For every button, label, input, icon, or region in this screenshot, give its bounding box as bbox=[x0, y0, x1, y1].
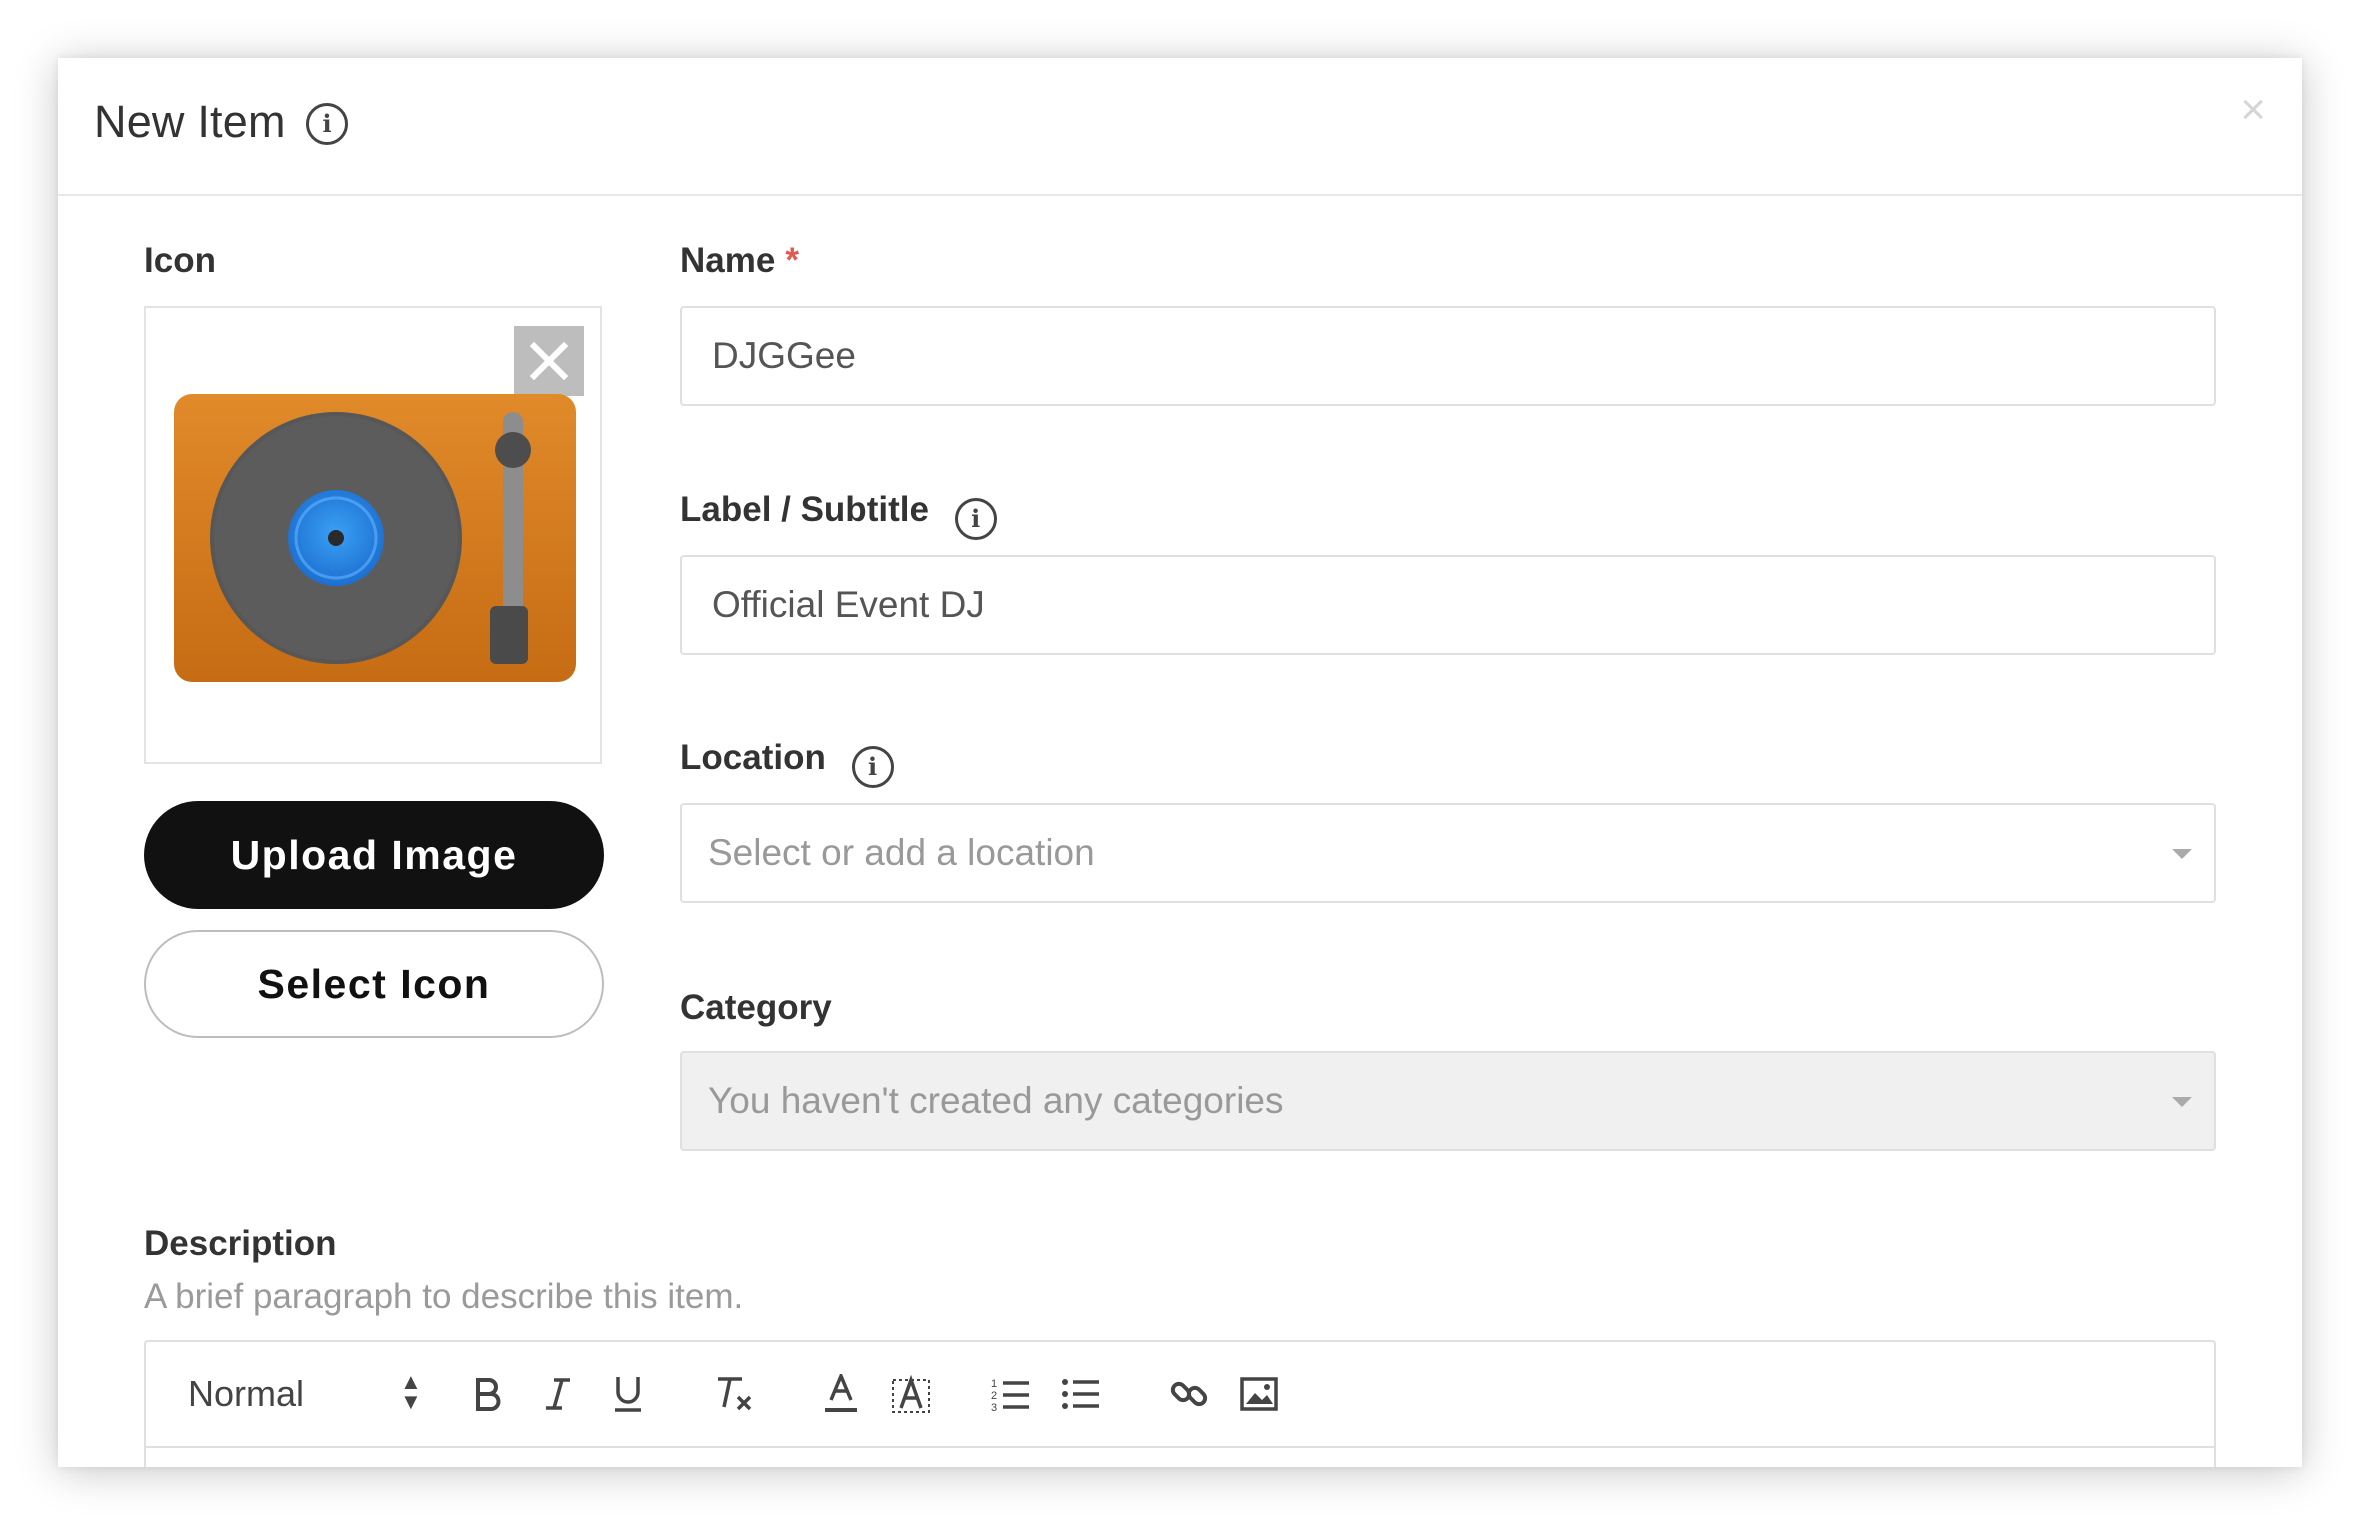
bullet-list-button[interactable] bbox=[1056, 1368, 1106, 1420]
format-value: Normal bbox=[188, 1373, 305, 1414]
font-color-button[interactable] bbox=[816, 1368, 866, 1420]
upload-image-button[interactable]: Upload Image bbox=[144, 801, 604, 909]
ordered-list-button[interactable]: 1 2 3 bbox=[986, 1368, 1036, 1420]
modal-header: New Item i × bbox=[58, 58, 2302, 196]
new-item-modal: New Item i × Icon Upload Image Select Ic… bbox=[58, 58, 2302, 1467]
required-mark: * bbox=[785, 241, 799, 280]
description-label: Description bbox=[144, 1224, 337, 1263]
underline-button[interactable] bbox=[604, 1368, 652, 1420]
select-icon-button[interactable]: Select Icon bbox=[144, 930, 604, 1038]
ordered-list-icon: 1 2 3 bbox=[991, 1378, 1029, 1412]
chevron-down-icon bbox=[2172, 849, 2192, 859]
image-button[interactable] bbox=[1234, 1368, 1284, 1420]
subtitle-label: Label / Subtitle i bbox=[680, 490, 997, 540]
modal-title: New Item bbox=[94, 96, 286, 147]
sort-arrows-icon: ▲ ▼ bbox=[400, 1369, 422, 1414]
name-label-text: Name bbox=[680, 241, 776, 280]
chevron-down-icon bbox=[2172, 1097, 2192, 1107]
format-select[interactable]: Normal ▲ ▼ bbox=[188, 1368, 422, 1420]
info-icon[interactable]: i bbox=[954, 498, 997, 540]
editor-toolbar: Normal ▲ ▼ 1 2 3 bbox=[146, 1342, 2214, 1448]
svg-text:3: 3 bbox=[991, 1402, 997, 1412]
name-input[interactable]: DJGGee bbox=[680, 306, 2216, 406]
font-color-icon bbox=[825, 1374, 857, 1412]
bold-button[interactable] bbox=[464, 1368, 512, 1420]
icon-preview bbox=[144, 306, 602, 764]
clear-format-button[interactable] bbox=[708, 1368, 760, 1420]
description-help: A brief paragraph to describe this item. bbox=[144, 1277, 744, 1316]
name-value: DJGGee bbox=[712, 335, 856, 376]
subtitle-label-text: Label / Subtitle bbox=[680, 490, 929, 529]
svg-text:1: 1 bbox=[991, 1378, 997, 1390]
subtitle-input[interactable]: Official Event DJ bbox=[680, 555, 2216, 655]
background-color-button[interactable] bbox=[886, 1368, 936, 1420]
location-label: Location i bbox=[680, 738, 894, 788]
location-select[interactable]: Select or add a location bbox=[680, 803, 2216, 903]
close-icon bbox=[529, 341, 569, 381]
italic-button[interactable] bbox=[534, 1368, 582, 1420]
icon-label: Icon bbox=[144, 241, 216, 280]
link-button[interactable] bbox=[1164, 1368, 1214, 1420]
info-icon[interactable]: i bbox=[306, 103, 348, 145]
category-placeholder: You haven't created any categories bbox=[708, 1080, 1284, 1121]
location-placeholder: Select or add a location bbox=[708, 832, 1095, 873]
clear-format-icon bbox=[718, 1377, 752, 1411]
subtitle-value: Official Event DJ bbox=[712, 584, 985, 625]
image-icon bbox=[1240, 1377, 1278, 1411]
bullet-list-icon bbox=[1062, 1379, 1099, 1409]
background-color-icon bbox=[892, 1374, 930, 1413]
link-icon bbox=[1170, 1381, 1208, 1407]
close-icon[interactable]: × bbox=[2240, 88, 2266, 132]
italic-icon bbox=[546, 1378, 570, 1410]
bold-icon bbox=[476, 1378, 501, 1411]
info-icon[interactable]: i bbox=[851, 746, 894, 788]
turntable-icon bbox=[174, 394, 576, 682]
svg-text:2: 2 bbox=[991, 1390, 997, 1402]
description-editor[interactable]: Normal ▲ ▼ 1 2 3 bbox=[144, 1340, 2216, 1467]
name-label: Name * bbox=[680, 241, 799, 281]
remove-icon-button[interactable] bbox=[514, 326, 584, 396]
category-label: Category bbox=[680, 988, 832, 1027]
underline-icon bbox=[615, 1377, 641, 1412]
location-label-text: Location bbox=[680, 738, 826, 777]
category-select[interactable]: You haven't created any categories bbox=[680, 1051, 2216, 1151]
